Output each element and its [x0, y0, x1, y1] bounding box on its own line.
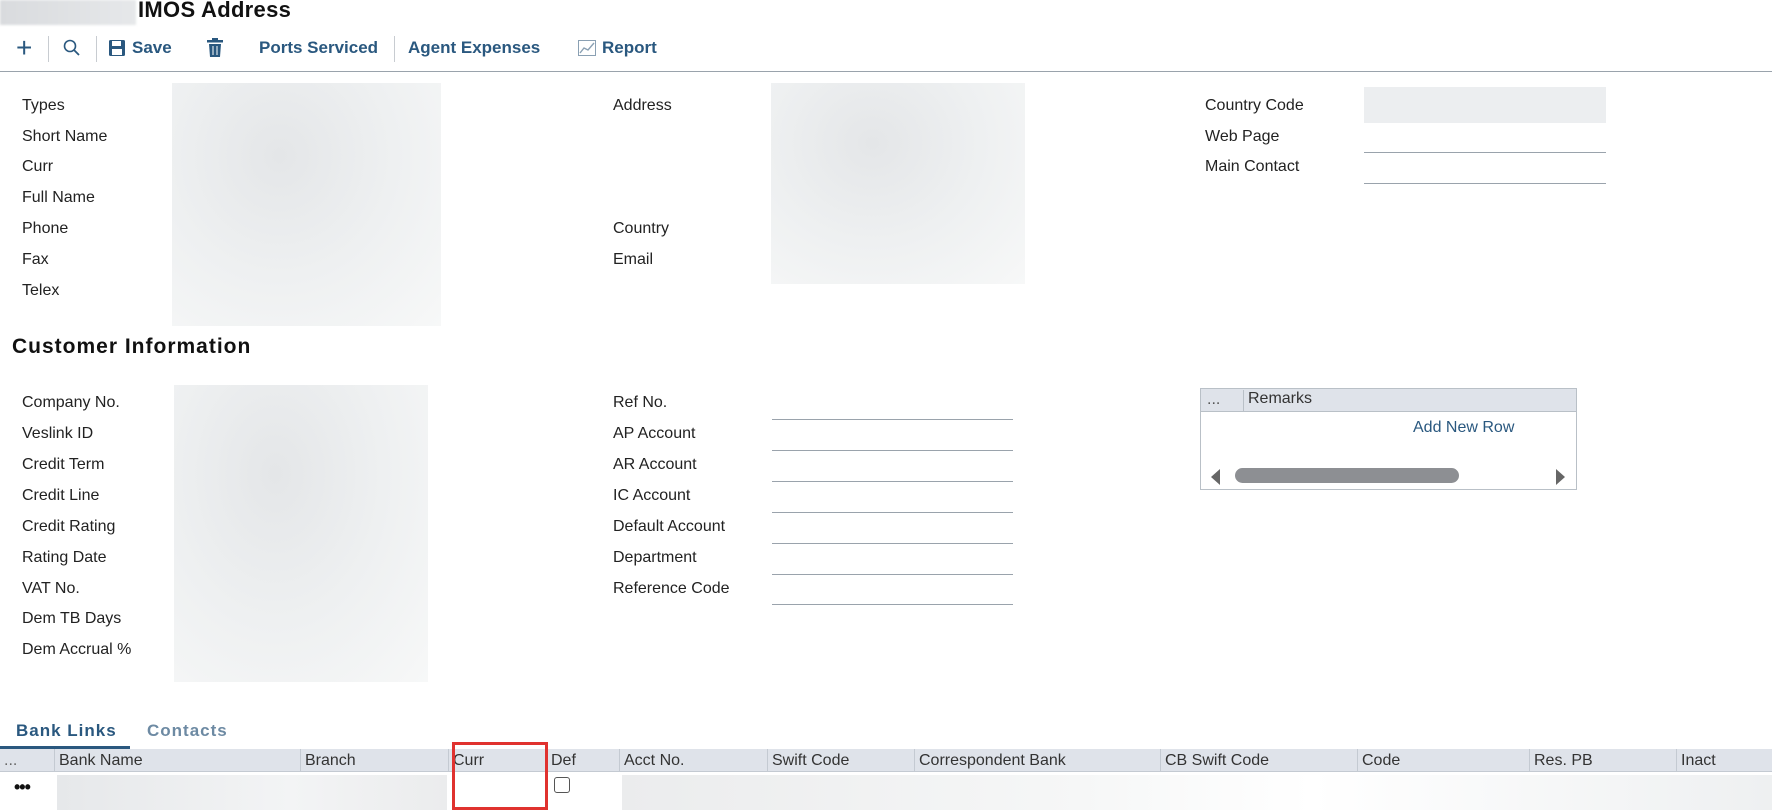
ap-account-field[interactable]: [772, 450, 1013, 451]
save-label: Save: [132, 38, 172, 57]
field-label-main-contact: Main Contact: [1205, 158, 1300, 175]
field-label-department: Department: [613, 549, 697, 566]
save-button[interactable]: Save: [108, 34, 172, 62]
field-label-credit-line: Credit Line: [22, 487, 100, 504]
field-label-ar-account: AR Account: [613, 456, 697, 473]
column-header-def[interactable]: Def: [546, 749, 576, 772]
column-header-cb-swift-code[interactable]: CB Swift Code: [1160, 749, 1269, 772]
column-header-code[interactable]: Code: [1357, 749, 1400, 772]
field-label-full-name: Full Name: [22, 189, 95, 206]
new-button[interactable]: +: [16, 34, 32, 62]
field-label-email: Email: [613, 251, 654, 268]
field-label-curr: Curr: [22, 158, 54, 175]
web-page-field[interactable]: [1364, 152, 1606, 153]
delete-button[interactable]: [206, 34, 224, 62]
field-label-fax: Fax: [22, 251, 49, 268]
app-title: IMOS Address: [138, 0, 292, 22]
field-label-country: Country: [613, 220, 670, 237]
field-label-short-name: Short Name: [22, 128, 108, 145]
def-checkbox[interactable]: [554, 777, 570, 793]
field-label-address: Address: [613, 97, 672, 114]
default-account-field[interactable]: [772, 543, 1013, 544]
ic-account-field[interactable]: [772, 512, 1013, 513]
column-header-bank-name[interactable]: Bank Name: [54, 749, 143, 772]
toolbar-divider: [48, 36, 49, 62]
toolbar-divider: [96, 36, 97, 62]
field-label-dem-tb-days: Dem TB Days: [22, 610, 122, 627]
curr-cell-highlight[interactable]: [452, 742, 548, 810]
ref-no-field[interactable]: [772, 419, 1013, 420]
redacted-address-block[interactable]: [771, 83, 1025, 284]
scroll-left-icon[interactable]: [1211, 469, 1220, 485]
field-label-country-code: Country Code: [1205, 97, 1304, 114]
field-label-phone: Phone: [22, 220, 69, 237]
save-icon: [108, 39, 126, 57]
toolbar-divider-line: [0, 71, 1772, 72]
row-menu-button[interactable]: •••: [14, 777, 31, 798]
report-label: Report: [602, 38, 657, 57]
column-header-correspondent-bank[interactable]: Correspondent Bank: [914, 749, 1066, 772]
column-header-inact[interactable]: Inact: [1676, 749, 1716, 772]
ports-serviced-label: Ports Serviced: [259, 38, 379, 57]
column-header-res-pb[interactable]: Res. PB: [1529, 749, 1593, 772]
tab-bank-links[interactable]: Bank Links: [16, 721, 117, 741]
horizontal-scrollbar[interactable]: [1207, 465, 1569, 485]
add-new-row-link[interactable]: Add New Row: [1413, 419, 1514, 437]
agent-expenses-label: Agent Expenses: [408, 38, 541, 57]
field-label-default-account: Default Account: [613, 518, 726, 535]
column-header-acct-no[interactable]: Acct No.: [619, 749, 684, 772]
field-label-credit-term: Credit Term: [22, 456, 105, 473]
bank-links-grid-header: ... Bank Name Branch Curr Def Acct No. S…: [0, 749, 1772, 772]
field-label-rating-date: Rating Date: [22, 549, 107, 566]
redacted-logo: [0, 0, 136, 25]
table-row[interactable]: •••: [0, 773, 1772, 810]
field-label-ic-account: IC Account: [613, 487, 691, 504]
redacted-bank-name-cell[interactable]: [57, 775, 447, 810]
department-field[interactable]: [772, 574, 1013, 575]
section-title-customer-information: Customer Information: [12, 335, 252, 358]
country-code-field[interactable]: [1364, 87, 1606, 123]
remarks-grid-header: ... Remarks: [1201, 389, 1576, 412]
search-button[interactable]: [62, 34, 82, 62]
redacted-customer-fields[interactable]: [174, 385, 428, 682]
remarks-row-menu-header[interactable]: ...: [1207, 391, 1220, 409]
field-label-company-no: Company No.: [22, 394, 120, 411]
field-label-telex: Telex: [22, 282, 60, 299]
search-icon: [62, 38, 82, 58]
reference-code-field[interactable]: [772, 604, 1013, 605]
scrollbar-thumb[interactable]: [1235, 468, 1459, 483]
report-button[interactable]: Report: [578, 34, 657, 62]
column-header-swift-code[interactable]: Swift Code: [767, 749, 849, 772]
chart-icon: [578, 40, 596, 56]
redacted-address-fields[interactable]: [172, 83, 441, 326]
agent-expenses-button[interactable]: Agent Expenses: [408, 34, 540, 62]
plus-icon: +: [16, 32, 33, 63]
field-label-ap-account: AP Account: [613, 425, 696, 442]
field-label-dem-accrual: Dem Accrual %: [22, 641, 132, 658]
toolbar: + Save Ports Serviced Agent Expenses Rep…: [0, 30, 1772, 66]
field-label-ref-no: Ref No.: [613, 394, 668, 411]
field-label-types: Types: [22, 97, 65, 114]
field-label-veslink-id: Veslink ID: [22, 425, 94, 442]
main-contact-field[interactable]: [1364, 183, 1606, 184]
trash-icon: [206, 38, 224, 58]
row-menu-header[interactable]: ...: [0, 749, 17, 772]
remarks-column-header[interactable]: Remarks: [1243, 390, 1312, 412]
field-label-credit-rating: Credit Rating: [22, 518, 116, 535]
toolbar-divider: [394, 36, 395, 62]
ar-account-field[interactable]: [772, 481, 1013, 482]
column-header-branch[interactable]: Branch: [300, 749, 356, 772]
tab-contacts[interactable]: Contacts: [147, 721, 228, 741]
field-label-vat-no: VAT No.: [22, 580, 80, 597]
ports-serviced-button[interactable]: Ports Serviced: [259, 34, 378, 62]
field-label-web-page: Web Page: [1205, 128, 1280, 145]
field-label-reference-code: Reference Code: [613, 580, 730, 597]
scroll-right-icon[interactable]: [1556, 469, 1565, 485]
redacted-row-cells[interactable]: [622, 775, 1772, 810]
remarks-grid: ... Remarks Add New Row: [1200, 388, 1577, 490]
